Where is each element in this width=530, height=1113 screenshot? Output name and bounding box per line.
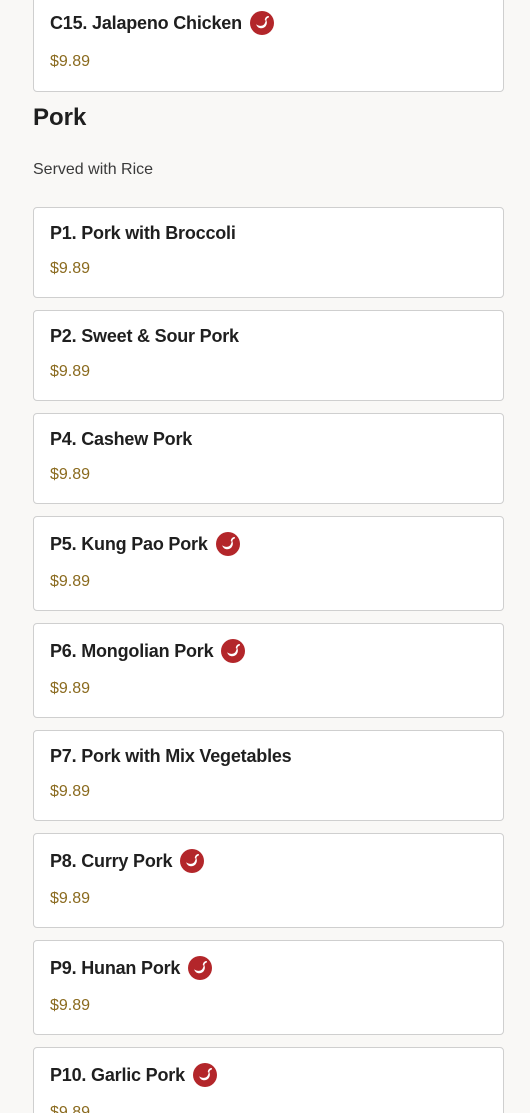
menu-item-title: P8. Curry Pork [50,849,205,873]
menu-item-name: P5. Kung Pao Pork [50,533,208,554]
menu-item-title: P4. Cashew Pork [50,429,192,450]
chili-pepper-icon [221,639,246,663]
menu-item-price: $9.89 [50,53,91,70]
menu-item-name: P4. Cashew Pork [50,429,193,449]
section-title: Pork [33,104,87,131]
chili-pepper-icon [180,849,205,873]
menu-item-price: $9.89 [50,997,91,1014]
menu-item-title: P1. Pork with Broccoli [50,223,236,244]
chili-pepper-icon [192,1063,217,1087]
menu-item-title: P5. Kung Pao Pork [50,532,240,556]
menu-item-title: P10. Garlic Pork [50,1063,217,1087]
menu-item-card[interactable]: P9. Hunan Pork $9.89 [33,940,504,1035]
menu-page: C15. Jalapeno Chicken $9.89 Pork Served … [0,0,530,1113]
menu-item-price: $9.89 [50,466,91,483]
menu-item-price: $9.89 [50,573,91,590]
menu-item-price: $9.89 [50,260,91,277]
menu-item-name: P7. Pork with Mix Vegetables [50,746,292,766]
menu-item-card[interactable]: P1. Pork with Broccoli $9.89 [33,207,504,298]
menu-item-name: P1. Pork with Broccoli [50,223,236,243]
menu-item-card[interactable]: C15. Jalapeno Chicken $9.89 [33,0,504,92]
menu-item-card[interactable]: P4. Cashew Pork $9.89 [33,413,504,504]
section-subtitle: Served with Rice [33,161,154,178]
menu-item-title: P6. Mongolian Pork [50,639,246,663]
chili-pepper-icon [188,956,213,980]
menu-item-price: $9.89 [50,783,91,800]
menu-item-card[interactable]: P10. Garlic Pork $9.89 [33,1047,504,1113]
menu-item-price: $9.89 [50,363,91,380]
menu-item-title: P2. Sweet & Sour Pork [50,326,239,347]
menu-item-price: $9.89 [50,1104,91,1113]
chili-pepper-icon [249,11,274,35]
menu-item-card[interactable]: P2. Sweet & Sour Pork $9.89 [33,310,504,401]
menu-item-name: P2. Sweet & Sour Pork [50,326,239,346]
menu-item-name: P10. Garlic Pork [50,1064,185,1085]
menu-item-card[interactable]: P5. Kung Pao Pork $9.89 [33,516,504,611]
menu-item-title: P9. Hunan Pork [50,956,213,980]
menu-item-title: P7. Pork with Mix Vegetables [50,746,292,767]
menu-item-card[interactable]: P6. Mongolian Pork $9.89 [33,623,504,718]
menu-item-name: P9. Hunan Pork [50,957,181,978]
menu-item-title: C15. Jalapeno Chicken [50,11,274,35]
menu-item-price: $9.89 [50,680,91,697]
menu-item-card[interactable]: P7. Pork with Mix Vegetables $9.89 [33,730,504,821]
menu-item-card[interactable]: P8. Curry Pork $9.89 [33,833,504,928]
menu-item-name: C15. Jalapeno Chicken [50,12,242,33]
menu-item-price: $9.89 [50,890,91,907]
chili-pepper-icon [215,532,240,556]
menu-item-name: P6. Mongolian Pork [50,640,214,661]
menu-item-name: P8. Curry Pork [50,850,173,871]
